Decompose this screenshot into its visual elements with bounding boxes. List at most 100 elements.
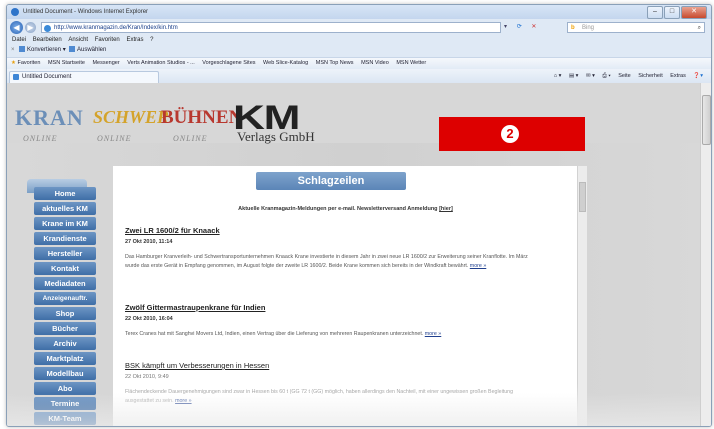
more-link[interactable]: more »: [425, 331, 442, 337]
logo-schwer[interactable]: SCHWER: [93, 107, 169, 128]
tab-untitled[interactable]: Untitled Document: [9, 71, 159, 83]
nav-kontakt[interactable]: Kontakt: [34, 262, 96, 275]
newsletter-line: Aktuelle Kranmagazin-Meldungen per e-mai…: [113, 206, 578, 212]
nav-archiv[interactable]: Archiv: [34, 337, 96, 350]
page-scroll-thumb[interactable]: [702, 95, 711, 145]
title-bar: Untitled Document - Windows Internet Exp…: [7, 5, 711, 19]
address-bar[interactable]: http://www.kranmagazin.de/Kran/Index/kin…: [41, 22, 501, 33]
search-input[interactable]: b Bing ⌕: [567, 22, 705, 33]
menu-datei[interactable]: Datei: [12, 37, 26, 43]
content-scrollbar[interactable]: [577, 166, 587, 426]
select-label: Auswählen: [77, 47, 107, 53]
compat-icon[interactable]: ▾: [504, 24, 507, 30]
back-button[interactable]: ◀: [10, 21, 23, 34]
menu-help[interactable]: ?: [150, 37, 153, 43]
nav-list: Home aktuelles KM Krane im KM Krandienst…: [21, 187, 106, 426]
tab-row: Untitled Document ⌂ ▾ ▤ ▾ ✉ ▾ ⎙ ▾ Seite …: [7, 69, 711, 83]
logo-buehnen[interactable]: BÜHNEN: [161, 107, 242, 129]
nav-buecher[interactable]: Bücher: [34, 322, 96, 335]
tools-menu[interactable]: Extras: [670, 73, 686, 79]
maximize-button[interactable]: □: [664, 6, 680, 19]
sidebar-nav: Home aktuelles KM Krane im KM Krandienst…: [21, 179, 106, 426]
forward-button[interactable]: ▶: [25, 22, 36, 33]
fav-msn-video[interactable]: MSN Video: [361, 60, 389, 66]
convert-icon: [19, 46, 25, 53]
headline-title: Schlagzeilen: [256, 172, 406, 190]
web-page: KRAN SCHWER BÜHNEN KM Verlags GmbH ONLIN…: [7, 83, 711, 426]
more-link[interactable]: more »: [175, 398, 192, 404]
menu-bar: Datei Bearbeiten Ansicht Favoriten Extra…: [7, 36, 711, 45]
print-icon[interactable]: ⎙ ▾: [602, 73, 610, 79]
menu-ansicht[interactable]: Ansicht: [68, 37, 88, 43]
fav-msn-top-news[interactable]: MSN Top News: [316, 60, 354, 66]
logo-kran[interactable]: KRAN: [15, 105, 84, 131]
menu-favoriten[interactable]: Favoriten: [95, 37, 120, 43]
nav-km-team[interactable]: KM-Team: [34, 412, 96, 425]
nav-mediadaten[interactable]: Mediadaten: [34, 277, 96, 290]
menu-extras[interactable]: Extras: [126, 37, 143, 43]
step-badge: 2: [501, 125, 519, 143]
page-scrollbar[interactable]: [700, 83, 711, 426]
window-controls: – □ ✕: [647, 6, 707, 19]
fav-favoriten[interactable]: Favoriten: [17, 60, 40, 66]
fav-web-slice[interactable]: Web Slice-Katalog: [263, 60, 308, 66]
fav-verts[interactable]: Verts Animation Studios - ...: [127, 60, 195, 66]
convert-label: Konvertieren: [27, 47, 62, 53]
news-title[interactable]: Zwei LR 1600/2 für Knaack: [125, 226, 535, 235]
fav-msn-wetter[interactable]: MSN Wetter: [396, 60, 426, 66]
logo-online-kran: ONLINE: [23, 134, 58, 143]
bing-icon: b: [571, 25, 575, 31]
close-toolbar-icon[interactable]: ×: [11, 45, 15, 55]
ie-icon: [11, 8, 19, 16]
favorites-star-icon[interactable]: ★: [11, 60, 16, 66]
select-button[interactable]: Auswählen: [69, 45, 106, 55]
nav-krane-im-km[interactable]: Krane im KM: [34, 217, 96, 230]
content-scroll-thumb[interactable]: [579, 182, 586, 212]
stop-icon[interactable]: ✕: [531, 24, 536, 30]
address-row: ◀ ▶ http://www.kranmagazin.de/Kran/Index…: [7, 19, 711, 36]
address-text: http://www.kranmagazin.de/Kran/Index/kin…: [54, 25, 178, 31]
news-date: 22 Okt 2010, 9:49: [125, 374, 169, 380]
page-menu[interactable]: Seite: [618, 73, 631, 79]
minimize-button[interactable]: –: [647, 6, 663, 19]
nav-abo[interactable]: Abo: [34, 382, 96, 395]
more-link[interactable]: more »: [470, 263, 487, 269]
news-body: Das Hamburger Kranverleih- und Schwertra…: [125, 254, 528, 269]
convert-button[interactable]: Konvertieren ▾: [19, 45, 66, 55]
mail-icon[interactable]: ✉ ▾: [586, 73, 595, 79]
close-button[interactable]: ✕: [681, 6, 707, 19]
logo-verlag: Verlags GmbH: [237, 129, 315, 144]
news-item: BSK kämpft um Verbesserungen in Hessen 2…: [125, 361, 535, 406]
page-viewport: KRAN SCHWER BÜHNEN KM Verlags GmbH ONLIN…: [7, 83, 711, 426]
feeds-icon[interactable]: ▤ ▾: [569, 73, 579, 79]
news-item: Zwei LR 1600/2 für Knaack 27 Okt 2010, 1…: [125, 226, 535, 271]
refresh-icon[interactable]: ⟳: [517, 24, 522, 30]
nav-krandienste[interactable]: Krandienste: [34, 232, 96, 245]
help-icon[interactable]: ❓▾: [693, 73, 703, 79]
nav-hersteller[interactable]: Hersteller: [34, 247, 96, 260]
nav-home[interactable]: Home: [34, 187, 96, 200]
newsletter-link[interactable]: [hier]: [439, 206, 453, 212]
globe-icon: [44, 25, 51, 32]
fav-vorgeschlagene[interactable]: Vorgeschlagene Sites: [202, 60, 255, 66]
safety-menu[interactable]: Sicherheit: [638, 73, 662, 79]
nav-anzeigenauftrag[interactable]: Anzeigenauftr.: [34, 292, 96, 305]
home-icon[interactable]: ⌂ ▾: [554, 73, 562, 79]
news-title[interactable]: BSK kämpft um Verbesserungen in Hessen: [125, 361, 535, 370]
page-icon: [13, 74, 19, 80]
fav-msn-startseite[interactable]: MSN Startseite: [48, 60, 85, 66]
menu-bearbeiten[interactable]: Bearbeiten: [33, 37, 62, 43]
site-header: KRAN SCHWER BÜHNEN KM Verlags GmbH ONLIN…: [7, 83, 711, 144]
news-text: Flächendeckende Dauergenehmigungen sind …: [125, 388, 535, 406]
search-icon[interactable]: ⌕: [698, 23, 701, 34]
nav-marktplatz[interactable]: Marktplatz: [34, 352, 96, 365]
nav-shop[interactable]: Shop: [34, 307, 96, 320]
window-title: Untitled Document - Windows Internet Exp…: [23, 9, 149, 15]
logo-online-buehnen: ONLINE: [173, 134, 208, 143]
nav-aktuelles-km[interactable]: aktuelles KM: [34, 202, 96, 215]
nav-modellbau[interactable]: Modellbau: [34, 367, 96, 380]
nav-termine[interactable]: Termine: [34, 397, 96, 410]
fav-messenger[interactable]: Messenger: [92, 60, 119, 66]
address-tools: ▾ ⟳ ✕: [504, 22, 560, 33]
news-title[interactable]: Zwölf Gittermastraupenkrane für Indien: [125, 303, 535, 312]
